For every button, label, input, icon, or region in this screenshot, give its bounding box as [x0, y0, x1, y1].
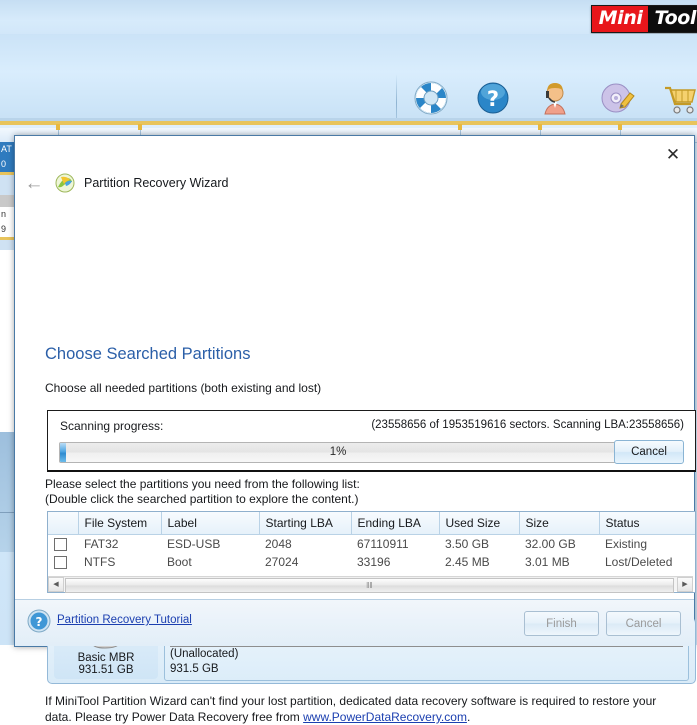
cell-file-system: FAT32: [84, 537, 119, 551]
table-horizontal-scrollbar[interactable]: ◀ ‖‖ ▶: [48, 576, 693, 593]
column-header-starting-lba[interactable]: Starting LBA: [259, 512, 352, 535]
svg-text:?: ?: [36, 615, 43, 629]
row-checkbox-cell[interactable]: [48, 553, 78, 571]
recovery-hint-text: If MiniTool Partition Wizard can't find …: [45, 693, 685, 725]
bg-header-tick: [538, 124, 542, 130]
partitions-table: File System Label Starting LBA Ending LB…: [48, 512, 695, 571]
scrollbar-track[interactable]: ‖‖: [64, 577, 677, 593]
scanning-progress-panel: Scanning progress: (23558656 of 19535196…: [47, 410, 696, 472]
cell-size: 32.00 GB: [525, 537, 576, 551]
progress-bar: 1%: [59, 442, 617, 463]
table-row[interactable]: NTFS Boot 27024 33196 2.45 MB 3.01 MB Lo…: [48, 553, 695, 571]
cell-starting-lba: 2048: [265, 537, 292, 551]
wizard-title: Partition Recovery Wizard: [84, 176, 229, 190]
row-checkbox-cell[interactable]: [48, 535, 78, 554]
table-header-row: File System Label Starting LBA Ending LB…: [48, 512, 695, 535]
cell-starting-lba: 27024: [265, 555, 299, 569]
cell-used-size: 3.50 GB: [445, 537, 490, 551]
minitool-logo: Mini Tool: [590, 5, 697, 33]
column-header-label[interactable]: Label: [161, 512, 260, 535]
cell-ending-lba: 67110911: [357, 537, 409, 551]
bg-header-tick: [618, 124, 622, 130]
finish-button[interactable]: Finish: [524, 611, 599, 636]
dialog-nav-bar: ← Partition Recovery Wizard: [15, 168, 694, 198]
cancel-button[interactable]: Cancel: [606, 611, 681, 636]
power-data-recovery-link[interactable]: www.PowerDataRecovery.com: [303, 710, 467, 724]
scroll-left-icon[interactable]: ◀: [48, 576, 64, 592]
question-icon: ?: [477, 82, 509, 114]
column-header-select[interactable]: [48, 512, 79, 535]
cell-size: 3.01 MB: [525, 555, 570, 569]
cell-ending-lba: 33196: [357, 555, 391, 569]
tutorial-link[interactable]: Partition Recovery Tutorial: [57, 614, 192, 626]
column-header-used-size[interactable]: Used Size: [439, 512, 520, 535]
table-row[interactable]: FAT32 ESD-USB 2048 67110911 3.50 GB 32.0…: [48, 535, 695, 554]
logo-text-mini: Mini: [598, 7, 643, 29]
partition-size: 931.5 GB: [170, 663, 219, 675]
help-circle-icon[interactable]: ?: [27, 609, 51, 633]
logo-text-tool: Tool: [654, 7, 696, 29]
selection-instructions: Please select the partitions you need fr…: [45, 477, 360, 507]
scanning-progress-label: Scanning progress:: [60, 419, 164, 433]
cell-file-system: NTFS: [84, 555, 116, 569]
column-header-file-system[interactable]: File System: [78, 512, 162, 535]
bg-header-tick: [56, 124, 60, 130]
shopping-cart-icon: [665, 86, 696, 114]
selection-instructions-line1: Please select the partitions you need fr…: [45, 477, 360, 491]
cell-used-size: 2.45 MB: [445, 555, 490, 569]
scroll-right-icon[interactable]: ▶: [677, 576, 693, 592]
disk-size: 931.51 GB: [78, 664, 134, 676]
scrollbar-thumb[interactable]: ‖‖: [65, 577, 674, 593]
partition-name: (Unallocated): [170, 648, 239, 660]
bg-header-tick: [458, 124, 462, 130]
column-header-size[interactable]: Size: [519, 512, 600, 535]
cell-status: Existing: [605, 537, 648, 551]
disk-type: Basic MBR: [77, 652, 135, 664]
page-title: Choose Searched Partitions: [45, 345, 251, 363]
cell-label: ESD-USB: [167, 537, 221, 551]
column-header-ending-lba[interactable]: Ending LBA: [351, 512, 440, 535]
app-toolbar: FAQ ? Help Contact U: [0, 34, 697, 146]
scanning-progress-detail: (23558656 of 1953519616 sectors. Scannin…: [371, 419, 684, 431]
close-icon[interactable]: ✕: [660, 142, 686, 166]
row-checkbox[interactable]: [54, 556, 67, 570]
progress-bar-percent: 1%: [329, 446, 347, 458]
row-checkbox[interactable]: [54, 538, 67, 552]
bg-header-tick: [138, 124, 142, 130]
wizard-icon: [55, 173, 75, 193]
logo-black-block: Tool: [648, 6, 697, 32]
cell-label: Boot: [167, 555, 192, 569]
dialog-footer: ? Partition Recovery Tutorial Finish Can…: [15, 599, 694, 646]
lifebuoy-icon: [414, 81, 448, 115]
support-agent-icon: [544, 83, 566, 115]
app-banner: Mini Tool: [0, 0, 697, 34]
page-subtitle: Choose all needed partitions (both exist…: [45, 381, 322, 395]
hint-suffix: .: [466, 710, 471, 724]
scan-cancel-button[interactable]: Cancel: [614, 440, 684, 464]
partition-recovery-wizard-dialog: ✕ ← Partition Recovery Wizard Choose Sea…: [14, 135, 696, 724]
cd-pencil-icon: [601, 83, 635, 113]
back-arrow-icon[interactable]: ←: [19, 170, 49, 196]
cell-status: Lost/Deleted: [605, 555, 673, 569]
column-header-status[interactable]: Status: [599, 512, 695, 535]
logo-red-block: Mini: [591, 6, 649, 32]
svg-text:?: ?: [487, 87, 499, 111]
selection-instructions-line2: (Double click the searched partition to …: [45, 492, 359, 506]
